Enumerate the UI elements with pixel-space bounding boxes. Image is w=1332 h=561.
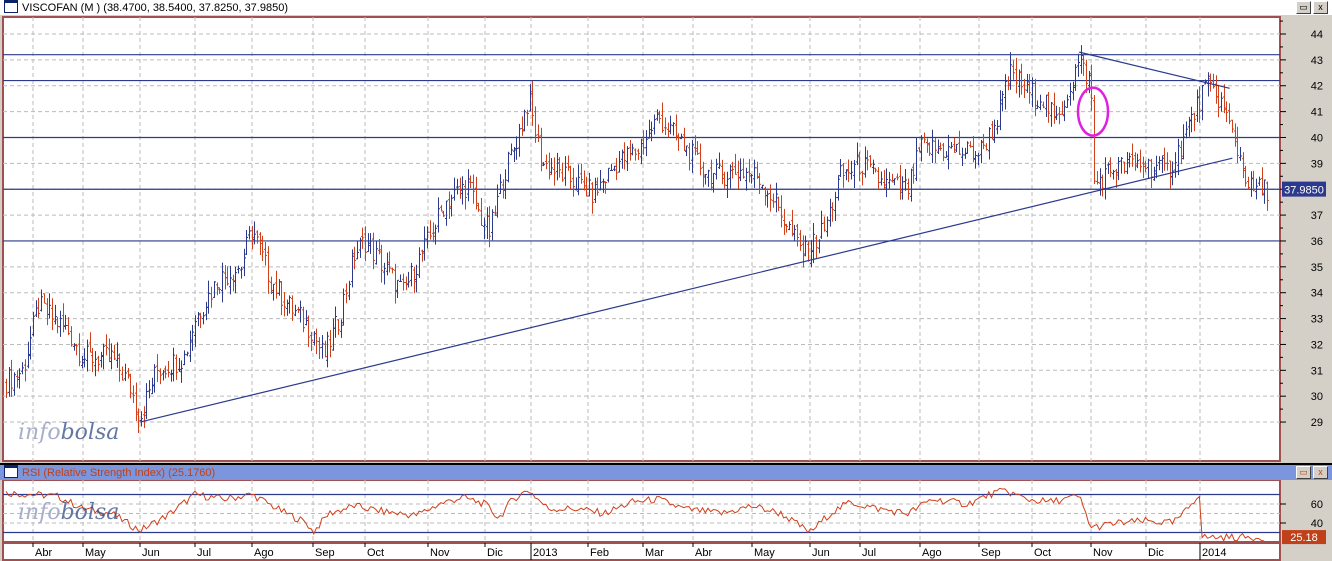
rsi-pane-title: RSI (Relative Strength Index) (25.1760): [22, 467, 216, 479]
maximize-button[interactable]: ▭: [1296, 466, 1311, 479]
x-tick-label: 2013: [533, 547, 557, 559]
x-tick-label: Dic: [1148, 547, 1164, 559]
x-tick-label: Sep: [315, 547, 335, 559]
last-rsi-label: 25.18: [1290, 532, 1318, 544]
price-chart[interactable]: 2930313233343536373839404142434437.9850: [0, 15, 1332, 462]
x-tick-label: Mar: [645, 547, 664, 559]
rsi-chart[interactable]: 40 60 25.18 Abr May Jun Jul Ago Sep Oct Nov Dic 2013…: [0, 480, 1332, 561]
y-tick-label: 32: [1311, 339, 1323, 351]
y-tick-label: 31: [1311, 365, 1323, 377]
y-tick-label: 41: [1311, 107, 1323, 119]
last-price-label: 37.9850: [1284, 185, 1324, 197]
y-tick-label: 42: [1311, 81, 1323, 93]
x-tick-label: Oct: [367, 547, 384, 559]
pane-icon: [4, 0, 18, 13]
y-tick-label: 39: [1311, 158, 1323, 170]
close-button[interactable]: x: [1313, 466, 1328, 479]
x-tick-label: May: [85, 547, 106, 559]
x-tick-label: Abr: [35, 547, 52, 559]
x-tick-label: 2014: [1202, 547, 1226, 559]
y-tick-label: 43: [1311, 55, 1323, 67]
main-pane-header: VISCOFAN (M ) (38.4700, 38.5400, 37.8250…: [0, 0, 1332, 16]
x-tick-label: Ago: [922, 547, 942, 559]
maximize-button[interactable]: ▭: [1296, 1, 1311, 14]
x-tick-label: May: [754, 547, 775, 559]
x-tick-label: Abr: [695, 547, 712, 559]
x-tick-label: Dic: [487, 547, 503, 559]
close-button[interactable]: x: [1313, 1, 1328, 14]
pane-icon: [4, 465, 18, 478]
x-tick-label: Oct: [1034, 547, 1051, 559]
x-tick-label: Jun: [142, 547, 160, 559]
y-tick-label: 60: [1311, 499, 1323, 511]
x-tick-label: Sep: [981, 547, 1001, 559]
main-pane-title: VISCOFAN (M ) (38.4700, 38.5400, 37.8250…: [22, 2, 288, 14]
y-tick-label: 36: [1311, 236, 1323, 248]
x-tick-label: Jun: [812, 547, 830, 559]
x-tick-label: Nov: [430, 547, 450, 559]
y-tick-label: 35: [1311, 262, 1323, 274]
infobolsa-logo: infobolsa: [18, 420, 120, 445]
x-tick-label: Nov: [1093, 547, 1113, 559]
y-tick-label: 40: [1311, 518, 1323, 530]
y-tick-label: 33: [1311, 314, 1323, 326]
y-tick-label: 30: [1311, 391, 1323, 403]
x-tick-label: Jul: [197, 547, 211, 559]
infobolsa-logo: infobolsa: [18, 500, 120, 525]
y-tick-label: 37: [1311, 210, 1323, 222]
x-tick-label: Feb: [590, 547, 609, 559]
y-tick-label: 44: [1311, 29, 1323, 41]
x-tick-label: Ago: [254, 547, 274, 559]
x-tick-label: Jul: [862, 547, 876, 559]
y-tick-label: 40: [1311, 132, 1323, 144]
rsi-pane-header: RSI (Relative Strength Index) (25.1760) …: [0, 463, 1332, 480]
y-tick-label: 34: [1311, 288, 1323, 300]
y-tick-label: 29: [1311, 417, 1323, 429]
